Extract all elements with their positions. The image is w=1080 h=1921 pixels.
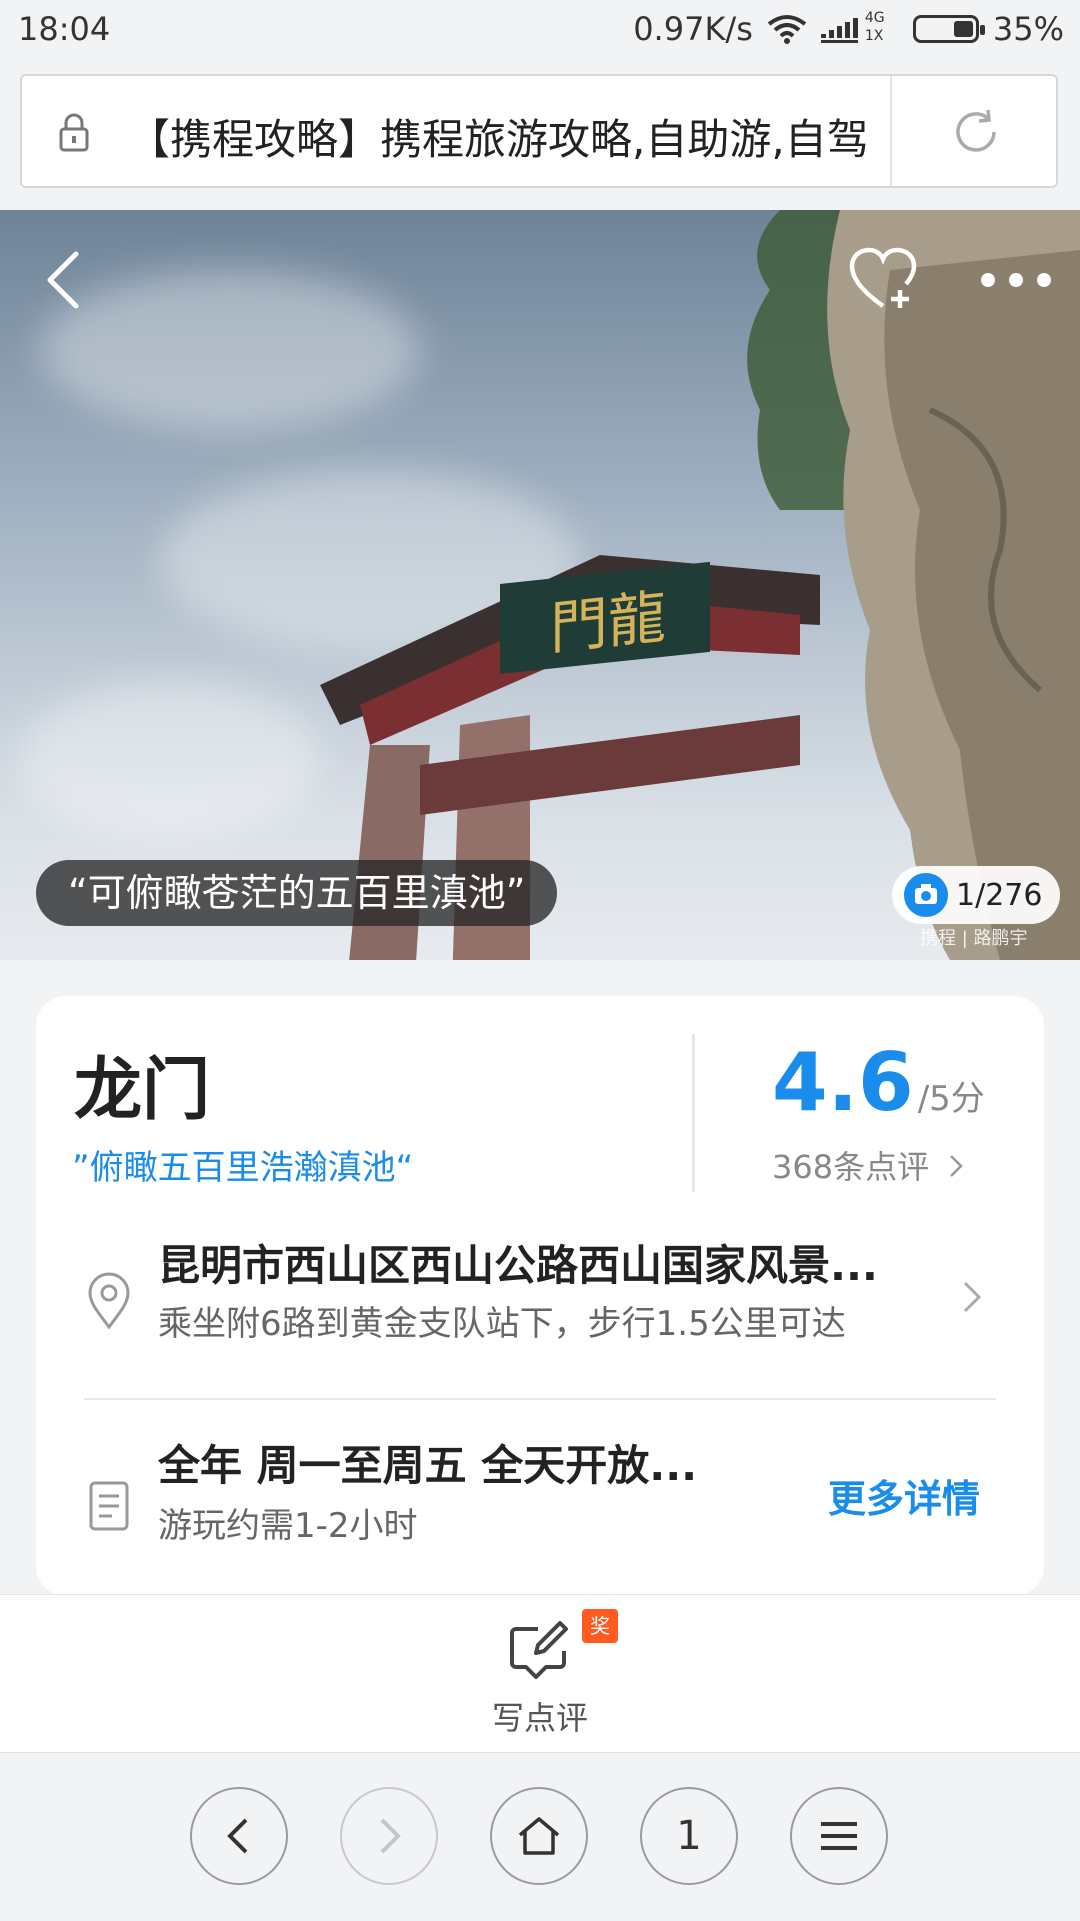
address-directions: 乘坐附6路到黄金支队站下，步行1.5公里可达 <box>158 1304 846 1344</box>
network-speed: 0.97K/s <box>633 10 753 48</box>
poi-tagline: ”俯瞰五百里浩瀚滇池“ <box>72 1148 414 1188</box>
nav-tabs-button[interactable]: 1 <box>640 1787 738 1885</box>
browser-nav-bar: 1 <box>0 1752 1080 1921</box>
address-divider <box>890 76 892 186</box>
photo-counter[interactable]: 1/276 <box>892 866 1061 924</box>
chevron-right-icon <box>950 1155 964 1177</box>
favorite-add-icon[interactable] <box>848 246 918 312</box>
score-value: 4.6 <box>772 1036 914 1129</box>
more-details-link[interactable]: 更多详情 <box>828 1468 980 1523</box>
write-review-bar[interactable]: 奖 写点评 <box>0 1594 1080 1753</box>
poi-name: 龙门 <box>74 1051 211 1130</box>
review-count: 368条点评 <box>772 1148 930 1186</box>
lock-icon <box>59 113 89 152</box>
url-text[interactable]: 【携程攻略】携程旅游攻略,自助游,自驾 <box>128 106 888 167</box>
address-title: 昆明市西山区西山公路西山国家风景... <box>158 1241 878 1290</box>
photo-watermark: 携程 | 路鹏宇 <box>920 928 1028 949</box>
cellular-signal-icon: 4G 1X <box>820 10 899 46</box>
home-icon <box>518 1817 560 1855</box>
chevron-right-icon <box>963 1281 982 1313</box>
row-divider <box>84 1398 996 1400</box>
nav-back-button[interactable] <box>190 1787 288 1885</box>
poi-score: 4.6 /5分 <box>772 1036 985 1129</box>
network-type-top: 4G <box>864 10 885 26</box>
write-review-icon <box>510 1621 568 1679</box>
location-pin-icon <box>88 1272 130 1330</box>
status-time: 18:04 <box>18 10 111 48</box>
back-icon[interactable] <box>40 248 88 312</box>
score-max: /5分 <box>917 1079 985 1119</box>
address-bar[interactable]: 【携程攻略】携程旅游攻略,自助游,自驾 <box>20 74 1058 188</box>
visit-duration: 游玩约需1-2小时 <box>158 1506 418 1546</box>
arrow-right-icon <box>380 1818 401 1854</box>
hero-quote: “可俯瞰苍茫的五百里滇池” <box>36 860 558 926</box>
status-right-group: 0.97K/s 4G 1X 35% <box>633 10 1064 48</box>
tab-count: 1 <box>676 1813 702 1859</box>
menu-icon <box>821 1822 857 1850</box>
nav-forward-button[interactable] <box>340 1787 438 1885</box>
hero-photo[interactable]: 門龍 “可俯瞰苍茫的五百里滇池” 1/276 携程 | 路鹏宇 <box>0 210 1080 960</box>
battery-icon <box>912 15 985 43</box>
write-review-label: 写点评 <box>491 1699 588 1737</box>
svg-text:門龍: 門龍 <box>550 583 666 663</box>
arrow-left-icon <box>227 1818 248 1854</box>
reward-badge: 奖 <box>582 1609 618 1643</box>
status-bar: 18:04 0.97K/s 4G 1X 35% <box>0 0 1080 60</box>
more-icon[interactable] <box>978 270 1054 290</box>
photo-counter-text: 1/276 <box>956 877 1043 913</box>
address-row[interactable]: 昆明市西山区西山公路西山国家风景... 乘坐附6路到黄金支队站下，步行1.5公里… <box>36 1216 1044 1366</box>
wifi-icon <box>767 15 807 44</box>
document-icon <box>89 1481 129 1531</box>
reload-icon[interactable] <box>950 106 1002 158</box>
poi-info-card: 龙门 ”俯瞰五百里浩瀚滇池“ 4.6 /5分 368条点评 昆明市西山区西山公路… <box>36 996 1044 1596</box>
nav-home-button[interactable] <box>490 1787 588 1885</box>
network-type-bottom: 1X <box>864 28 884 44</box>
opening-hours-row[interactable]: 全年 周一至周五 全天开放... 游玩约需1-2小时 更多详情 <box>36 1416 1044 1566</box>
review-count-link[interactable]: 368条点评 <box>772 1142 964 1188</box>
nav-menu-button[interactable] <box>790 1787 888 1885</box>
camera-icon <box>904 873 948 917</box>
hours-title: 全年 周一至周五 全天开放... <box>158 1441 698 1490</box>
score-divider <box>692 1034 695 1192</box>
battery-percent: 35% <box>992 10 1064 48</box>
